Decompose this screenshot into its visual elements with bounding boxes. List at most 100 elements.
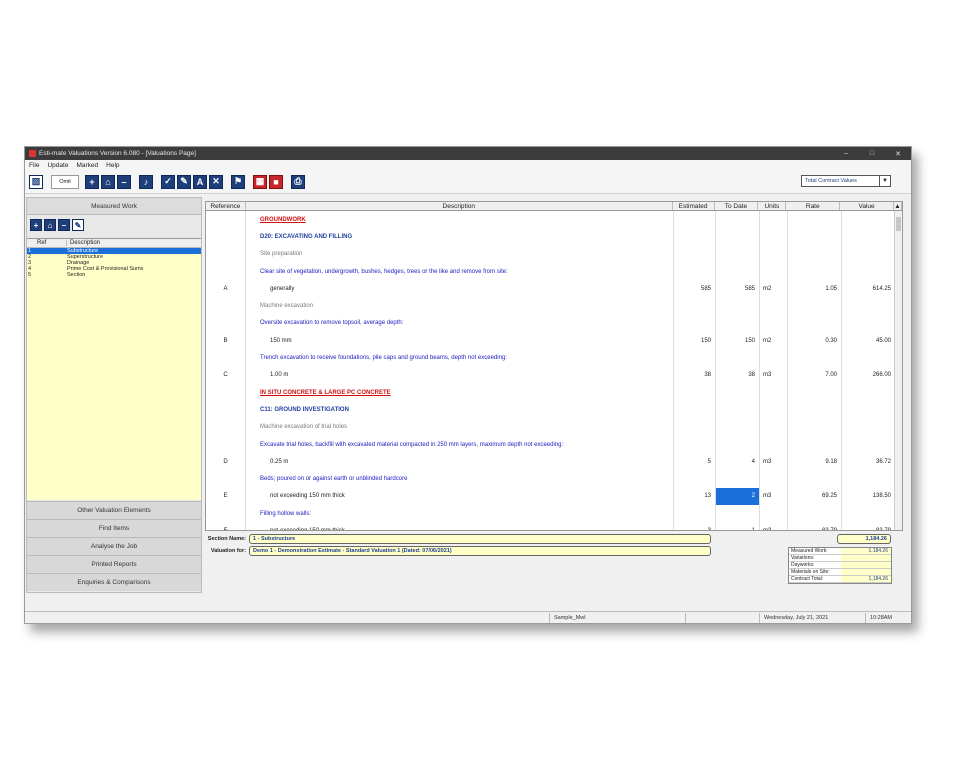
cell-to-date[interactable]: 1 xyxy=(716,522,760,530)
check-icon[interactable]: ✓ xyxy=(161,174,175,189)
scrollbar-thumb[interactable] xyxy=(896,217,901,231)
cell-to-date[interactable]: 4 xyxy=(716,453,760,471)
cell-to-date xyxy=(716,262,760,281)
cell-rate xyxy=(788,418,842,436)
cell-description: 1.00 m xyxy=(246,366,674,384)
cell-value xyxy=(842,401,896,419)
font-icon[interactable]: A xyxy=(193,174,207,189)
menu-help[interactable]: Help xyxy=(106,162,119,169)
remove-icon[interactable]: – xyxy=(117,174,131,189)
add-section-icon[interactable]: + xyxy=(30,219,42,231)
menu-file[interactable]: File xyxy=(29,162,39,169)
table-row[interactable]: Excavate trial holes, backfill with exca… xyxy=(206,435,902,454)
edit-icon[interactable]: ✎ xyxy=(177,174,191,189)
add-icon[interactable]: + xyxy=(85,174,99,189)
find-items-button[interactable]: Find Items xyxy=(27,519,201,537)
table-row[interactable]: Trench excavation to receive foundations… xyxy=(206,349,902,367)
chevron-down-icon[interactable]: ▼ xyxy=(879,176,890,186)
summary-row: Dayworks: xyxy=(789,562,891,569)
table-row[interactable]: D 0.25 m 5 4 m3 9.18 36.72 xyxy=(206,453,902,471)
stop-red-icon[interactable]: ■ xyxy=(269,174,283,189)
table-row[interactable]: C 1.00 m 38 38 m3 7.00 266.00 xyxy=(206,366,902,384)
cell-to-date[interactable]: 585 xyxy=(716,280,760,298)
menu-update[interactable]: Update xyxy=(47,162,68,169)
scroll-up-icon[interactable]: ▲ xyxy=(894,202,902,210)
maximize-button[interactable]: □ xyxy=(859,150,885,157)
table-row[interactable]: Agenerally 585 585 m2 1.05 614.25 xyxy=(206,280,902,298)
cell-reference xyxy=(206,505,246,523)
book-icon[interactable]: ▧ xyxy=(29,174,43,189)
table-row[interactable]: GROUNDWORK xyxy=(206,211,902,229)
view-select-value: Total Contract Values xyxy=(805,178,857,184)
cell-units xyxy=(760,435,788,454)
col-value[interactable]: Value xyxy=(840,202,895,210)
cell-description: IN SITU CONCRETE & LARGE PC CONCRETE xyxy=(246,383,674,402)
insert-section-icon[interactable]: ⌂ xyxy=(44,219,56,231)
insert-icon[interactable]: ⌂ xyxy=(101,174,115,189)
table-row[interactable]: Fnot exceeding 150 mm thick 3 1 m3 83.79 83.7… xyxy=(206,522,902,531)
remove-section-icon[interactable]: – xyxy=(58,219,70,231)
cell-estimated xyxy=(674,383,716,402)
minimize-button[interactable]: – xyxy=(833,150,859,157)
cell-description: GROUNDWORK xyxy=(246,211,674,229)
cell-to-date[interactable]: 38 xyxy=(716,366,760,384)
status-bar: Sample_Mwl Wednesday, July 21, 2021 10:2… xyxy=(25,611,911,623)
measured-work-header[interactable]: Measured Work xyxy=(27,198,201,215)
cell-estimated: 150 xyxy=(674,332,716,350)
cell-units: m2 xyxy=(760,280,788,298)
note-icon[interactable]: ♪ xyxy=(139,174,153,189)
row-description-text: Oversite excavation to remove topsoil, a… xyxy=(260,320,404,327)
cell-estimated: 38 xyxy=(674,366,716,384)
list-item-ref: 5 xyxy=(28,272,32,278)
cell-description: Machine excavation xyxy=(246,297,674,315)
menu-marked[interactable]: Marked xyxy=(76,162,98,169)
printed-reports-button[interactable]: Printed Reports xyxy=(27,555,201,573)
table-row[interactable]: Beds; poured on or against earth or unbl… xyxy=(206,470,902,488)
col-estimated[interactable]: Estimated xyxy=(673,202,715,210)
analyse-job-button[interactable]: Analyse the Job xyxy=(27,537,201,555)
list-item[interactable]: 5 Section xyxy=(27,272,201,278)
status-time: 10:28AM xyxy=(865,613,911,623)
row-description-text: D20: EXCAVATING AND FILLING xyxy=(260,233,353,240)
col-units[interactable]: Units xyxy=(758,202,787,210)
table-row[interactable]: C11: GROUND INVESTIGATION xyxy=(206,401,902,419)
row-description-text: not exceeding 150 mm thick xyxy=(270,493,345,500)
table-row[interactable]: Machine excavation xyxy=(206,297,902,315)
cell-rate: 0.30 xyxy=(788,332,842,350)
col-to-date[interactable]: To Date xyxy=(715,202,759,210)
col-rate[interactable]: Rate xyxy=(786,202,841,210)
table-row[interactable]: Machine excavation of trial holes xyxy=(206,418,902,436)
delete-icon[interactable]: ✕ xyxy=(209,174,223,189)
cell-description: 0.25 m xyxy=(246,453,674,471)
cell-to-date xyxy=(716,418,760,436)
row-description-text: not exceeding 150 mm thick xyxy=(270,527,345,531)
cell-to-date[interactable]: 2 xyxy=(716,487,760,506)
section-settings-icon[interactable]: ✎ xyxy=(72,219,84,231)
cell-reference: B xyxy=(206,332,246,350)
cell-to-date[interactable]: 150 xyxy=(716,332,760,350)
close-button[interactable]: ✕ xyxy=(885,150,911,158)
omit-button[interactable]: Omit xyxy=(51,174,79,189)
table-row[interactable]: Site preparation xyxy=(206,245,902,263)
vertical-scrollbar[interactable] xyxy=(894,211,902,530)
view-select[interactable]: Total Contract Values ▼ xyxy=(801,175,891,187)
col-reference[interactable]: Reference xyxy=(206,202,246,210)
table-row[interactable]: Filling hollow walls: xyxy=(206,505,902,523)
table-row[interactable]: Enot exceeding 150 mm thick 13 2 m3 69.25 138… xyxy=(206,487,902,506)
cell-reference xyxy=(206,262,246,281)
tag-icon[interactable]: ⚑ xyxy=(231,174,245,189)
grid-red-icon[interactable]: ▦ xyxy=(253,174,267,189)
cell-value xyxy=(842,470,896,488)
table-row[interactable]: Oversite excavation to remove topsoil, a… xyxy=(206,314,902,333)
other-valuation-elements-button[interactable]: Other Valuation Elements xyxy=(27,501,201,519)
table-row[interactable]: IN SITU CONCRETE & LARGE PC CONCRETE xyxy=(206,383,902,402)
cell-value xyxy=(842,297,896,315)
enquiries-comparisons-button[interactable]: Enquiries & Comparisons xyxy=(27,573,201,591)
table-row[interactable]: Clear site of vegetation, undergrowth, b… xyxy=(206,262,902,281)
grid-header: Reference Description Estimated To Date … xyxy=(206,202,902,211)
table-row[interactable]: B 150 mm 150 150 m2 0.30 45.00 xyxy=(206,332,902,350)
print-icon[interactable]: ⎙ xyxy=(291,174,305,189)
table-row[interactable]: D20: EXCAVATING AND FILLING xyxy=(206,228,902,246)
col-description[interactable]: Description xyxy=(246,202,673,210)
summary-label: Measured Work: xyxy=(791,548,828,554)
